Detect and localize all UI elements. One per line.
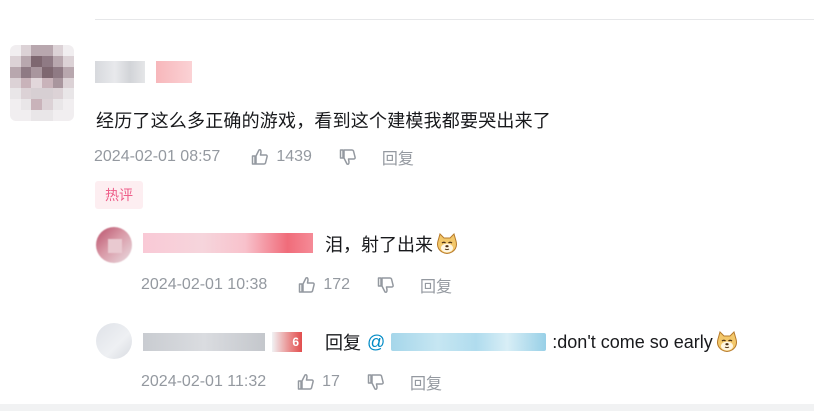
thumbs-down-icon[interactable]: [366, 372, 386, 392]
doge-emoji-icon: [716, 331, 737, 352]
hot-comment-tag: 热评: [95, 181, 143, 209]
reply-timestamp: 2024-02-01 11:32: [141, 373, 267, 390]
reply-button[interactable]: 回复: [410, 370, 442, 394]
thumbs-down-icon[interactable]: [338, 147, 358, 167]
thumbs-up-icon[interactable]: [297, 275, 317, 295]
top-divider: [95, 19, 814, 20]
reply-meta: 2024-02-01 11:32 17 回复: [141, 370, 442, 394]
thumbs-up-icon[interactable]: [250, 147, 270, 167]
reply-content: 泪，射了出来: [325, 231, 459, 257]
reply-button[interactable]: 回复: [420, 273, 452, 297]
reply-text: :don't come so early: [552, 331, 713, 352]
comment-meta: 2024-02-01 08:57 1439 回复: [94, 145, 414, 169]
comment-text: 经历了这么多正确的游戏，看到这个建模我都要哭出来了: [96, 111, 551, 131]
like-count: 1439: [276, 148, 312, 165]
username-blurred[interactable]: [95, 61, 145, 83]
reply-meta: 2024-02-01 10:38 172 回复: [141, 273, 452, 297]
bottom-divider: [0, 404, 814, 411]
comment-timestamp: 2024-02-01 08:57: [94, 148, 221, 165]
reply-avatar[interactable]: [96, 227, 132, 263]
mention-at[interactable]: @: [367, 332, 385, 353]
reply-timestamp: 2024-02-01 10:38: [141, 276, 268, 293]
reply-content: 回复 @ :don't come so early: [325, 329, 739, 355]
mention-username-blurred[interactable]: [391, 333, 547, 351]
reply-avatar[interactable]: [96, 323, 132, 359]
reply-username-blurred[interactable]: [143, 333, 265, 351]
level-badge: 6: [272, 332, 302, 352]
thumbs-down-icon[interactable]: [376, 275, 396, 295]
reply-text: 泪，射了出来: [325, 235, 433, 255]
like-count: 172: [323, 276, 351, 293]
thumbs-up-icon[interactable]: [296, 372, 316, 392]
like-count: 17: [322, 373, 340, 390]
reply-button[interactable]: 回复: [382, 145, 414, 169]
reply-prefix: 回复: [325, 333, 361, 353]
user-badge-blurred: [156, 61, 192, 83]
avatar[interactable]: [10, 45, 74, 121]
doge-emoji-icon: [437, 233, 457, 254]
reply-username-blurred[interactable]: [143, 233, 313, 253]
